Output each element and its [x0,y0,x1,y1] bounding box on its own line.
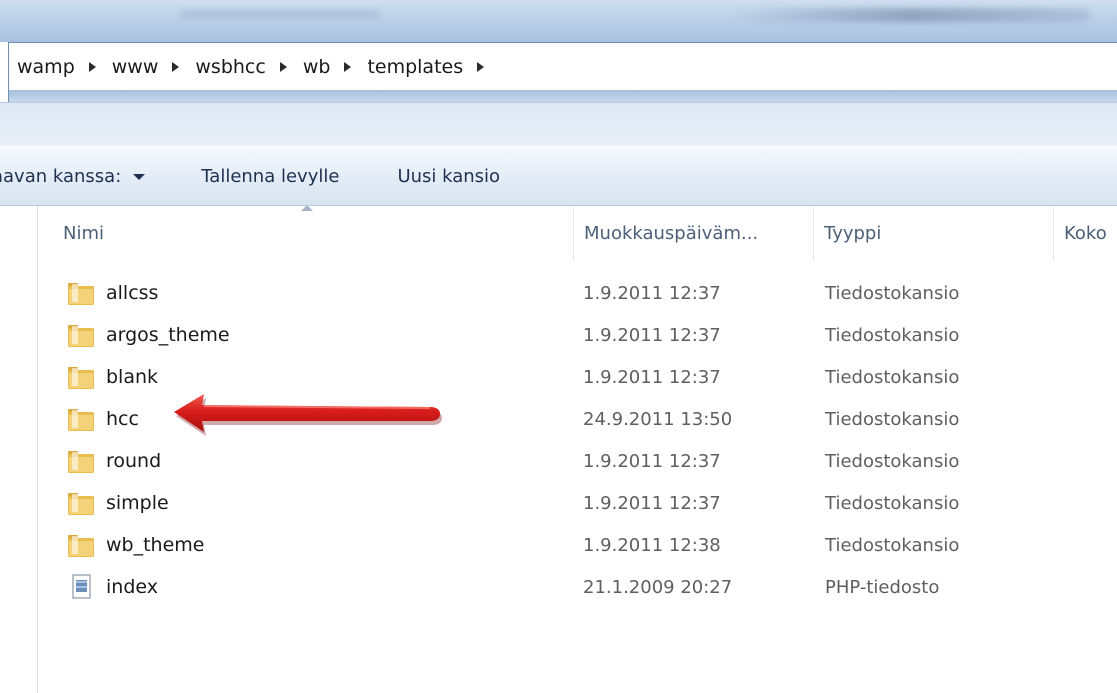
file-modified: 24.9.2011 13:50 [583,408,733,430]
file-type: Tiedostokansio [825,534,960,556]
window-frame [8,90,1117,102]
file-name[interactable]: hcc [106,408,139,430]
file-icon [72,574,91,599]
file-modified: 1.9.2011 12:37 [583,450,721,472]
file-type: Tiedostokansio [825,324,960,346]
file-modified: 1.9.2011 12:37 [583,492,721,514]
file-name[interactable]: round [106,450,161,472]
file-name-cell[interactable]: allcss [67,280,158,306]
window-title-bar [0,0,1117,42]
file-name[interactable]: argos_theme [106,324,230,346]
folder-icon [68,493,94,515]
chevron-right-icon[interactable] [344,61,352,72]
file-name[interactable]: index [106,576,158,598]
column-header-row: Nimi Muokkauspäiväm... Tyyppi Koko [39,206,1117,260]
column-header-modified[interactable]: Muokkauspäiväm... [574,206,814,260]
breadcrumb-templates[interactable]: templates [367,56,500,78]
breadcrumb-label[interactable]: wamp [17,56,75,78]
file-type: PHP-tiedosto [825,576,940,598]
navigation-pane[interactable] [0,206,38,693]
folder-icon [68,409,94,431]
file-modified: 1.9.2011 12:37 [583,282,721,304]
breadcrumb-label[interactable]: wb [303,56,331,78]
chevron-right-icon[interactable] [172,61,180,72]
breadcrumb-label[interactable]: wsbhcc [195,56,265,78]
title-blur [730,8,1090,22]
title-blur [180,10,380,18]
file-type: Tiedostokansio [825,450,960,472]
folder-icon [68,325,94,347]
breadcrumb-www[interactable]: www [112,56,196,78]
file-name[interactable]: blank [106,366,158,388]
chevron-right-icon[interactable] [477,61,485,72]
breadcrumb-label[interactable]: templates [367,56,463,78]
share-with-label: aavan kanssa: [0,165,122,187]
column-header-size[interactable]: Koko [1054,206,1117,260]
file-type: Tiedostokansio [825,366,960,388]
address-bar[interactable]: wamp www wsbhcc wb templates [8,42,1117,90]
file-row-round[interactable]: round 1.9.2011 12:37 Tiedostokansio [39,440,1117,482]
column-header-type[interactable]: Tyyppi [814,206,1054,260]
file-name-cell[interactable]: hcc [67,406,139,432]
burn-button[interactable]: Tallenna levylle [201,166,339,187]
file-name[interactable]: wb_theme [106,534,204,556]
file-modified: 1.9.2011 12:38 [583,534,721,556]
breadcrumb-wb[interactable]: wb [303,56,368,78]
file-name-cell[interactable]: blank [67,364,158,390]
folder-icon [68,535,94,557]
file-list: Nimi Muokkauspäiväm... Tyyppi Koko allcs… [39,206,1117,693]
file-modified: 1.9.2011 12:37 [583,324,721,346]
dropdown-arrow-icon [133,174,146,180]
file-row-argos-theme[interactable]: argos_theme 1.9.2011 12:37 Tiedostokansi… [39,314,1117,356]
red-arrow-icon [174,394,442,436]
column-header-label: Nimi [63,222,105,244]
folder-icon [68,283,94,305]
file-name-cell[interactable]: round [67,448,161,474]
folder-icon [68,451,94,473]
breadcrumb-label[interactable]: www [112,56,159,78]
file-name[interactable]: allcss [106,282,158,304]
file-type: Tiedostokansio [825,408,960,430]
file-name[interactable]: simple [106,492,169,514]
file-name-cell[interactable]: index [67,574,158,600]
file-row-simple[interactable]: simple 1.9.2011 12:37 Tiedostokansio [39,482,1117,524]
column-header-name[interactable]: Nimi [39,206,574,260]
file-row-allcss[interactable]: allcss 1.9.2011 12:37 Tiedostokansio [39,272,1117,314]
file-row-wb-theme[interactable]: wb_theme 1.9.2011 12:38 Tiedostokansio [39,524,1117,566]
chevron-right-icon[interactable] [279,61,287,72]
file-modified: 1.9.2011 12:37 [583,366,721,388]
column-header-label: Tyyppi [824,222,882,244]
chevron-right-icon[interactable] [88,61,96,72]
new-folder-button[interactable]: Uusi kansio [397,166,500,187]
menu-band [0,102,1117,146]
file-type: Tiedostokansio [825,282,960,304]
file-row-index[interactable]: index 21.1.2009 20:27 PHP-tiedosto [39,566,1117,608]
column-header-label: Koko [1064,222,1107,244]
file-name-cell[interactable]: argos_theme [67,322,230,348]
file-name-cell[interactable]: wb_theme [67,532,204,558]
file-type: Tiedostokansio [825,492,960,514]
breadcrumb-wamp[interactable]: wamp [17,56,112,78]
share-with-button[interactable]: aavan kanssa: [0,165,146,187]
column-header-label: Muokkauspäiväm... [584,222,759,244]
folder-icon [68,367,94,389]
file-name-cell[interactable]: simple [67,490,169,516]
command-toolbar: aavan kanssa: Tallenna levylle Uusi kans… [0,146,1117,206]
breadcrumb-wsbhcc[interactable]: wsbhcc [195,56,302,78]
file-modified: 21.1.2009 20:27 [583,576,733,598]
sort-ascending-icon [301,206,313,211]
